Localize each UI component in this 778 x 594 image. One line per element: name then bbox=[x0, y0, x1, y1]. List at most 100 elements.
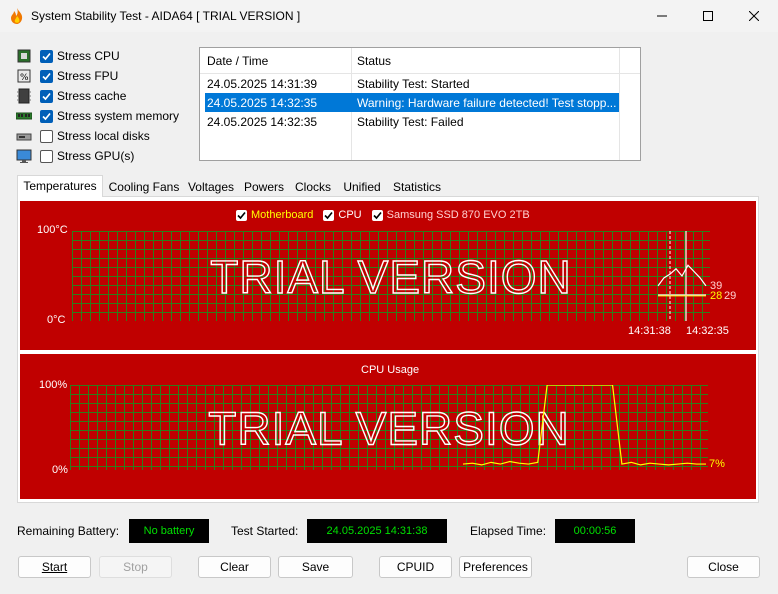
battery-value: No battery bbox=[129, 519, 209, 543]
battery-label: Remaining Battery: bbox=[17, 524, 120, 538]
cpu-usage-graph: CPU Usage 100% 0% TRIAL VERSION 7% bbox=[20, 354, 756, 499]
event-log-list[interactable]: Date / Time Status 24.05.2025 14:31:39 S… bbox=[199, 47, 641, 161]
temp-time-end: 14:32:35 bbox=[686, 325, 729, 337]
tab-clocks[interactable]: Clocks bbox=[291, 177, 335, 197]
temperature-legend: Motherboard CPU Samsung SSD 870 EVO 2TB bbox=[236, 209, 530, 221]
tab-cooling-fans[interactable]: Cooling Fans bbox=[104, 177, 184, 197]
log-row[interactable]: 24.05.2025 14:31:39 Stability Test: Star… bbox=[200, 74, 640, 93]
cpu-icon bbox=[17, 49, 31, 63]
clear-button[interactable]: Clear bbox=[198, 556, 271, 578]
elapsed-time-value: 00:00:56 bbox=[555, 519, 635, 543]
log-status: Stability Test: Started bbox=[357, 77, 470, 91]
legend-cpu-checkbox[interactable] bbox=[323, 209, 335, 221]
stress-cache-label: Stress cache bbox=[57, 89, 127, 103]
save-button-label: Save bbox=[301, 560, 330, 574]
temp-ssd-value: 29 bbox=[724, 290, 737, 302]
tab-unified[interactable]: Unified bbox=[338, 177, 386, 197]
trial-watermark: TRIAL VERSION bbox=[208, 403, 569, 455]
close-window-button[interactable] bbox=[731, 0, 777, 32]
log-row[interactable]: 24.05.2025 14:32:35 Stability Test: Fail… bbox=[200, 112, 640, 131]
stress-cpu-option[interactable]: Stress CPU bbox=[16, 46, 120, 66]
cpuid-button-label: CPUID bbox=[396, 560, 435, 574]
svg-text:%: % bbox=[20, 73, 29, 83]
preferences-button-label: Preferences bbox=[463, 560, 528, 574]
checkmark-icon bbox=[42, 72, 51, 80]
cpuid-button[interactable]: CPUID bbox=[379, 556, 452, 578]
minimize-icon bbox=[657, 15, 667, 17]
memory-icon bbox=[16, 112, 32, 120]
tab-temperatures[interactable]: Temperatures bbox=[17, 175, 103, 197]
legend-motherboard-checkbox[interactable] bbox=[236, 209, 247, 221]
test-started-value: 24.05.2025 14:31:38 bbox=[307, 519, 447, 543]
column-header-status[interactable]: Status bbox=[357, 54, 391, 68]
cpu-graph-title: CPU Usage bbox=[361, 364, 420, 376]
stress-gpu-option[interactable]: Stress GPU(s) bbox=[16, 146, 134, 166]
test-started-label: Test Started: bbox=[231, 524, 299, 538]
stress-gpu-checkbox[interactable] bbox=[40, 149, 53, 163]
cpu-value-label: 7% bbox=[709, 458, 725, 470]
disk-icon bbox=[16, 133, 32, 141]
trial-watermark: TRIAL VERSION bbox=[210, 251, 571, 303]
stress-disks-option[interactable]: Stress local disks bbox=[16, 126, 150, 146]
stress-cpu-checkbox[interactable] bbox=[40, 49, 53, 63]
aida64-flame-icon bbox=[11, 8, 23, 24]
checkmark-icon bbox=[324, 211, 333, 219]
maximize-button[interactable] bbox=[685, 0, 731, 32]
tab-powers[interactable]: Powers bbox=[240, 177, 288, 197]
stress-disks-checkbox[interactable] bbox=[40, 129, 53, 143]
window-title: System Stability Test - AIDA64 [ TRIAL V… bbox=[31, 9, 301, 23]
legend-ssd-checkbox[interactable] bbox=[371, 209, 383, 221]
legend-ssd-label: Samsung SSD 870 EVO 2TB bbox=[386, 209, 530, 221]
temperature-graph: Motherboard CPU Samsung SSD 870 EVO 2TB … bbox=[20, 201, 756, 350]
close-button[interactable]: Close bbox=[687, 556, 760, 578]
log-datetime: 24.05.2025 14:32:35 bbox=[207, 115, 318, 129]
clear-button-label: Clear bbox=[220, 560, 249, 574]
tab-voltages[interactable]: Voltages bbox=[185, 177, 237, 197]
preferences-button[interactable]: Preferences bbox=[459, 556, 532, 578]
title-bar: System Stability Test - AIDA64 [ TRIAL V… bbox=[0, 0, 778, 32]
cpu-usage-plot: TRIAL VERSION bbox=[70, 385, 708, 470]
checkmark-icon bbox=[42, 112, 51, 120]
checkmark-icon bbox=[42, 92, 51, 100]
stress-fpu-checkbox[interactable] bbox=[40, 69, 53, 83]
legend-motherboard-label: Motherboard bbox=[251, 209, 314, 221]
temp-motherboard-value: 28 bbox=[710, 290, 723, 302]
log-status: Stability Test: Failed bbox=[357, 115, 464, 129]
log-row-selected[interactable]: 24.05.2025 14:32:35 Warning: Hardware fa… bbox=[200, 93, 640, 112]
checkmark-icon bbox=[237, 211, 246, 219]
cpu-ymax-label: 100% bbox=[39, 379, 68, 391]
start-button-label: Start bbox=[41, 560, 68, 574]
elapsed-time-label: Elapsed Time: bbox=[470, 524, 547, 538]
temperature-plot: TRIAL VERSION bbox=[72, 231, 710, 321]
minimize-button[interactable] bbox=[639, 0, 685, 32]
checkmark-icon bbox=[373, 211, 382, 219]
stress-cache-checkbox[interactable] bbox=[40, 89, 53, 103]
temp-time-start: 14:31:38 bbox=[628, 325, 671, 337]
stop-button-label: Stop bbox=[123, 560, 148, 574]
start-button[interactable]: Start bbox=[18, 556, 91, 578]
stress-fpu-option[interactable]: % Stress FPU bbox=[16, 66, 118, 86]
maximize-icon bbox=[703, 11, 713, 21]
column-header-datetime[interactable]: Date / Time bbox=[207, 54, 268, 68]
log-datetime: 24.05.2025 14:32:35 bbox=[207, 96, 318, 110]
fpu-icon: % bbox=[17, 69, 31, 83]
series-cpu bbox=[657, 264, 707, 287]
stress-cache-option[interactable]: Stress cache bbox=[16, 86, 126, 106]
save-button[interactable]: Save bbox=[278, 556, 353, 578]
legend-cpu-label: CPU bbox=[338, 209, 362, 221]
monitor-icon bbox=[16, 149, 32, 163]
stop-button[interactable]: Stop bbox=[99, 556, 172, 578]
stress-memory-checkbox[interactable] bbox=[40, 109, 53, 123]
stress-memory-option[interactable]: Stress system memory bbox=[16, 106, 179, 126]
temp-ymin-label: 0°C bbox=[47, 314, 66, 326]
stress-memory-label: Stress system memory bbox=[57, 109, 180, 123]
checkmark-icon bbox=[42, 52, 51, 60]
stress-cpu-label: Stress CPU bbox=[57, 49, 120, 63]
log-header: Date / Time Status bbox=[200, 48, 640, 74]
temp-ymax-label: 100°C bbox=[37, 224, 68, 236]
tab-statistics[interactable]: Statistics bbox=[389, 177, 445, 197]
stress-disks-label: Stress local disks bbox=[57, 129, 150, 143]
close-button-label: Close bbox=[708, 560, 739, 574]
log-status: Warning: Hardware failure detected! Test… bbox=[357, 96, 617, 110]
close-icon bbox=[749, 11, 759, 21]
